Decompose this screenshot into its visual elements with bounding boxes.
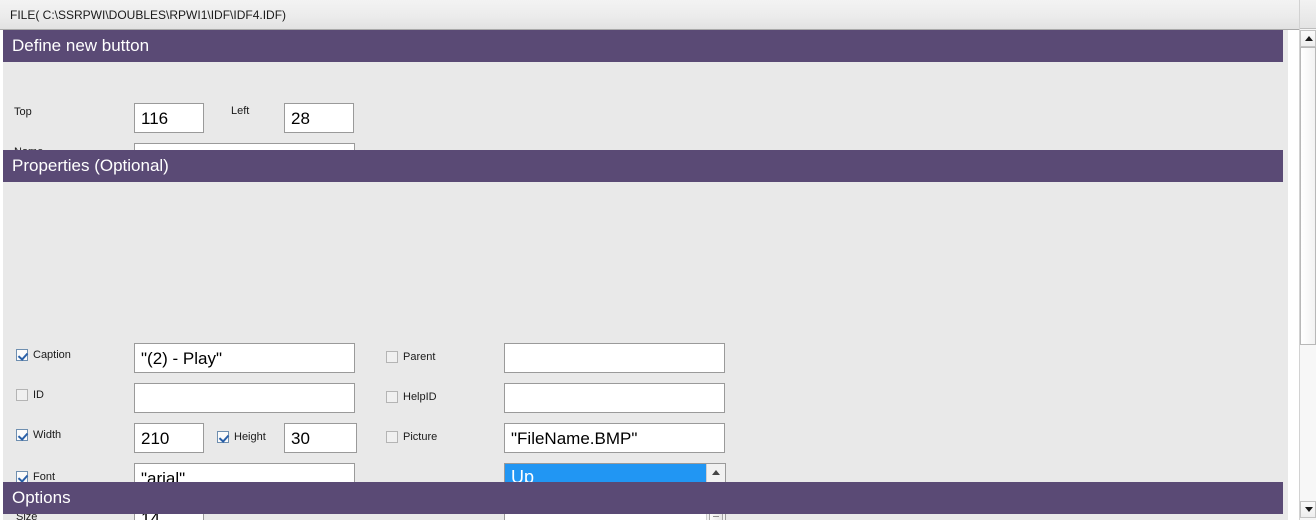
id-input[interactable]	[134, 383, 355, 413]
helpid-label: HelpID	[403, 391, 437, 403]
parent-input[interactable]	[504, 343, 725, 373]
picture-label: Picture	[403, 431, 438, 443]
scroll-up-arrow-icon[interactable]	[707, 464, 725, 481]
section-title-define: Define new button	[12, 36, 150, 55]
picture-checkbox-row[interactable]: Picture	[386, 431, 437, 443]
form-content-area: Define new button Top 116 Left 28 Name b…	[0, 30, 1288, 520]
width-checkbox[interactable]	[16, 429, 28, 441]
helpid-checkbox-row[interactable]: HelpID	[386, 391, 437, 403]
window-scrollbar-thumb[interactable]	[1300, 47, 1316, 345]
window-scroll-down-arrow-icon[interactable]	[1300, 501, 1316, 518]
section-header-properties: Properties (Optional)	[3, 150, 1283, 182]
parent-checkbox[interactable]	[386, 351, 398, 363]
define-new-button-panel: Top 116 Left 28 Name btnPlay	[3, 62, 1283, 173]
parent-label: Parent	[403, 351, 436, 363]
id-checkbox[interactable]	[16, 389, 28, 401]
width-checkbox-row[interactable]: Width	[16, 429, 61, 441]
height-checkbox-row[interactable]: Height	[217, 431, 266, 443]
section-title-options: Options	[12, 488, 71, 507]
top-input[interactable]: 116	[134, 103, 204, 133]
id-checkbox-row[interactable]: ID	[16, 389, 44, 401]
section-header-options: Options	[3, 482, 1283, 514]
top-label: Top	[14, 106, 32, 118]
height-checkbox[interactable]	[217, 431, 229, 443]
helpid-checkbox[interactable]	[386, 391, 398, 403]
file-path-text: FILE( C:\SSRPWI\DOUBLES\RPWI1\IDF\IDF4.I…	[10, 8, 287, 22]
caption-checkbox[interactable]	[16, 349, 28, 361]
window-vertical-scrollbar[interactable]	[1299, 0, 1316, 520]
caption-checkbox-row[interactable]: Caption	[16, 349, 71, 361]
left-label: Left	[231, 105, 250, 117]
properties-panel: Caption "(2) - Play" ID Width 210 Height…	[3, 182, 1283, 520]
picture-input[interactable]: "FileName.BMP"	[504, 423, 725, 453]
width-label: Width	[33, 429, 62, 441]
caption-label: Caption	[33, 349, 71, 361]
helpid-input[interactable]	[504, 383, 725, 413]
parent-checkbox-row[interactable]: Parent	[386, 351, 435, 363]
window-scroll-up-arrow-icon[interactable]	[1300, 30, 1316, 47]
list-item-right[interactable]: Right	[505, 516, 706, 520]
scrollbar-top-cap	[1300, 0, 1316, 29]
section-header-define-new-button: Define new button	[3, 30, 1283, 62]
picture-checkbox[interactable]	[386, 431, 398, 443]
caption-input[interactable]: "(2) - Play"	[134, 343, 355, 373]
file-path-bar: FILE( C:\SSRPWI\DOUBLES\RPWI1\IDF\IDF4.I…	[0, 0, 1302, 30]
id-label: ID	[33, 389, 44, 401]
window-scrollbar-track[interactable]	[1300, 345, 1316, 501]
height-input[interactable]: 30	[284, 423, 357, 453]
section-title-properties: Properties (Optional)	[12, 156, 169, 175]
application-window: FILE( C:\SSRPWI\DOUBLES\RPWI1\IDF\IDF4.I…	[0, 0, 1316, 520]
width-input[interactable]: 210	[134, 423, 204, 453]
left-input[interactable]: 28	[284, 103, 354, 133]
height-label: Height	[234, 431, 266, 443]
